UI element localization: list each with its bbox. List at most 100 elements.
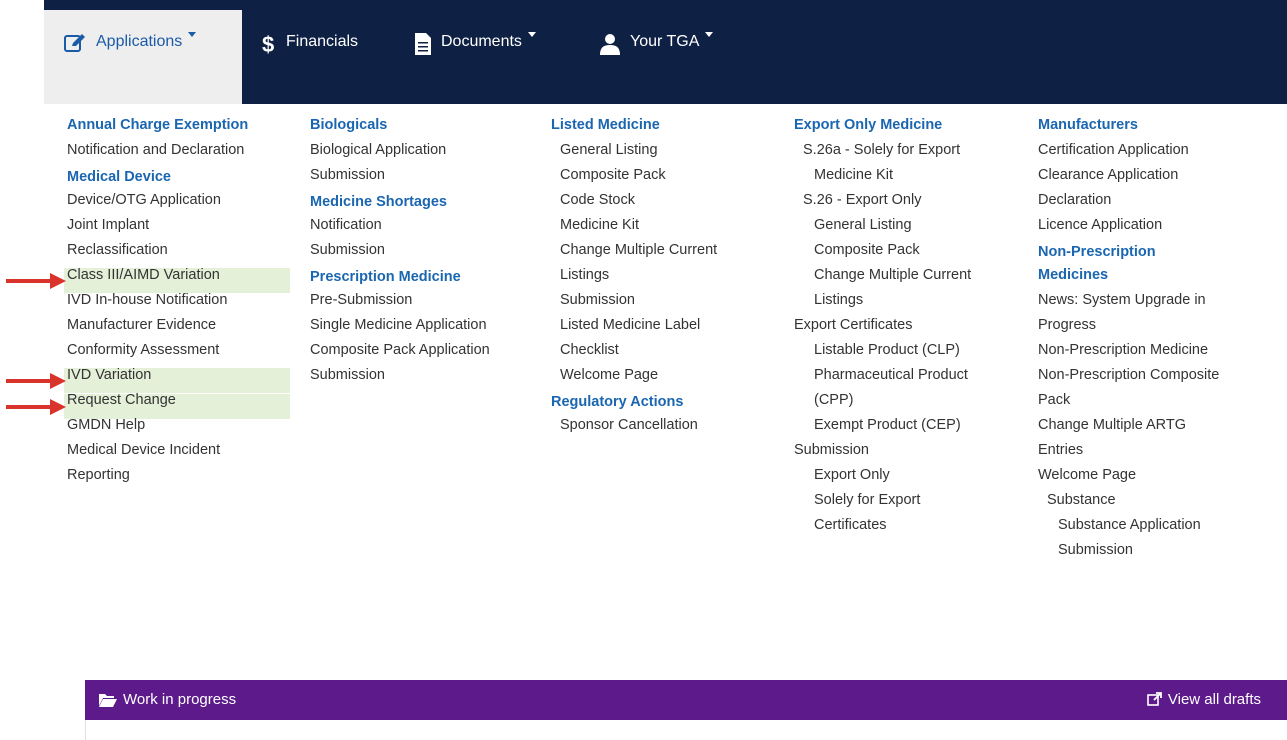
menu-item[interactable]: Change Multiple Current	[551, 241, 717, 266]
menu-item[interactable]: Listed Medicine Label	[551, 316, 717, 341]
menu-item[interactable]: Submission	[551, 291, 717, 316]
chevron-down-icon	[188, 32, 197, 37]
view-all-drafts-label: View all drafts	[1167, 691, 1261, 708]
menu-column-2: Biologicals Biological Application Submi…	[310, 116, 490, 391]
menu-item[interactable]: Substance	[1038, 491, 1219, 516]
menu-item[interactable]: Pre-Submission	[310, 291, 490, 316]
nav-financials-label: Financials	[286, 33, 359, 50]
nav-applications-label: Applications	[96, 33, 183, 50]
menu-item[interactable]: Non-Prescription Medicine	[1038, 341, 1219, 366]
menu-item[interactable]: News: System Upgrade in	[1038, 291, 1219, 316]
menu-item[interactable]: Listings	[551, 266, 717, 291]
nav-your-tga-label: Your TGA	[630, 33, 700, 50]
menu-item[interactable]: Pack	[1038, 391, 1219, 416]
heading-manufacturers[interactable]: Manufacturers	[1038, 116, 1219, 141]
menu-item-class-iii-aimd-variation[interactable]: Class III/AIMD Variation	[67, 266, 248, 291]
menu-column-5: Manufacturers Certification Application …	[1038, 116, 1219, 566]
menu-item[interactable]: IVD In-house Notification	[67, 291, 248, 316]
work-in-progress-bar: Work in progress View all drafts	[85, 680, 1287, 720]
heading-medical-device[interactable]: Medical Device	[67, 166, 248, 191]
menu-item[interactable]: Medicine Kit	[794, 166, 971, 191]
menu-item[interactable]: Notification	[310, 216, 490, 241]
menu-item[interactable]: Solely for Export	[794, 491, 971, 516]
heading-listed-medicine[interactable]: Listed Medicine	[551, 116, 717, 141]
menu-item[interactable]: Licence Application	[1038, 216, 1219, 241]
menu-item[interactable]: Declaration	[1038, 191, 1219, 216]
menu-item[interactable]: Sponsor Cancellation	[551, 416, 717, 441]
heading-prescription-medicine[interactable]: Prescription Medicine	[310, 266, 490, 291]
external-link-icon	[1147, 692, 1162, 706]
user-icon	[600, 34, 620, 55]
dollar-icon: $	[262, 33, 274, 55]
menu-item[interactable]: Substance Application	[1038, 516, 1219, 541]
view-all-drafts-link[interactable]: View all drafts	[1147, 691, 1261, 708]
menu-item[interactable]: Non-Prescription Composite	[1038, 366, 1219, 391]
menu-item[interactable]: Clearance Application	[1038, 166, 1219, 191]
heading-non-prescription[interactable]: Non-Prescription	[1038, 241, 1219, 266]
menu-item[interactable]: Composite Pack Application	[310, 341, 490, 366]
menu-item[interactable]: Entries	[1038, 441, 1219, 466]
menu-item[interactable]: Submission	[1038, 541, 1219, 566]
menu-item[interactable]: Submission	[310, 166, 490, 191]
menu-item[interactable]: S.26 - Export Only	[794, 191, 971, 216]
menu-item[interactable]: Export Certificates	[794, 316, 971, 341]
heading-regulatory-actions[interactable]: Regulatory Actions	[551, 391, 717, 416]
menu-item[interactable]: Composite Pack	[551, 166, 717, 191]
menu-item-notification-declaration[interactable]: Notification and Declaration	[67, 141, 248, 166]
nav-documents[interactable]: Documents	[415, 10, 536, 104]
menu-item[interactable]: Listable Product (CLP)	[794, 341, 971, 366]
nav-your-tga[interactable]: Your TGA	[600, 10, 714, 104]
menu-item[interactable]: GMDN Help	[67, 416, 248, 441]
menu-item[interactable]: Submission	[310, 241, 490, 266]
menu-item[interactable]: Certificates	[794, 516, 971, 541]
chevron-down-icon	[705, 32, 714, 37]
menu-item[interactable]: Reporting	[67, 466, 248, 491]
menu-item[interactable]: Change Multiple ARTG	[1038, 416, 1219, 441]
menu-item[interactable]: Reclassification	[67, 241, 248, 266]
document-icon	[415, 33, 431, 55]
nav-financials[interactable]: $ Financials	[262, 10, 358, 104]
edit-icon	[64, 34, 85, 52]
menu-item[interactable]: Composite Pack	[794, 241, 971, 266]
nav-documents-label: Documents	[441, 33, 522, 50]
heading-annual-charge-exemption[interactable]: Annual Charge Exemption	[67, 116, 248, 141]
menu-item-request-change[interactable]: Request Change	[67, 391, 248, 416]
menu-item[interactable]: Medical Device Incident	[67, 441, 248, 466]
menu-column-1: Annual Charge Exemption Notification and…	[67, 116, 248, 491]
heading-export-only-medicine[interactable]: Export Only Medicine	[794, 116, 971, 141]
menu-item[interactable]: Checklist	[551, 341, 717, 366]
menu-item[interactable]: Submission	[310, 366, 490, 391]
menu-item[interactable]: Exempt Product (CEP)	[794, 416, 971, 441]
menu-item[interactable]: General Listing	[794, 216, 971, 241]
menu-item[interactable]: Code Stock	[551, 191, 717, 216]
menu-item[interactable]: Device/OTG Application	[67, 191, 248, 216]
work-in-progress-title: Work in progress	[99, 691, 236, 708]
arrow-icon	[6, 399, 66, 415]
menu-item-ivd-variation[interactable]: IVD Variation	[67, 366, 248, 391]
menu-item[interactable]: (CPP)	[794, 391, 971, 416]
menu-item[interactable]: Manufacturer Evidence	[67, 316, 248, 341]
heading-medicines[interactable]: Medicines	[1038, 266, 1219, 291]
heading-medicine-shortages[interactable]: Medicine Shortages	[310, 191, 490, 216]
menu-item[interactable]: Change Multiple Current	[794, 266, 971, 291]
menu-item[interactable]: Conformity Assessment	[67, 341, 248, 366]
menu-item[interactable]: Joint Implant	[67, 216, 248, 241]
menu-item[interactable]: Single Medicine Application	[310, 316, 490, 341]
work-in-progress-body	[85, 720, 1287, 740]
nav-applications[interactable]: Applications	[44, 10, 242, 104]
menu-item[interactable]: Progress	[1038, 316, 1219, 341]
menu-item[interactable]: Certification Application	[1038, 141, 1219, 166]
menu-item[interactable]: S.26a - Solely for Export	[794, 141, 971, 166]
arrow-icon	[6, 273, 66, 289]
menu-column-4: Export Only Medicine S.26a - Solely for …	[794, 116, 971, 541]
menu-item[interactable]: Welcome Page	[551, 366, 717, 391]
menu-item[interactable]: Listings	[794, 291, 971, 316]
menu-item[interactable]: Medicine Kit	[551, 216, 717, 241]
menu-item[interactable]: Pharmaceutical Product	[794, 366, 971, 391]
menu-item[interactable]: Biological Application	[310, 141, 490, 166]
menu-item[interactable]: Export Only	[794, 466, 971, 491]
menu-item[interactable]: Welcome Page	[1038, 466, 1219, 491]
heading-biologicals[interactable]: Biologicals	[310, 116, 490, 141]
menu-item[interactable]: Submission	[794, 441, 971, 466]
menu-item[interactable]: General Listing	[551, 141, 717, 166]
